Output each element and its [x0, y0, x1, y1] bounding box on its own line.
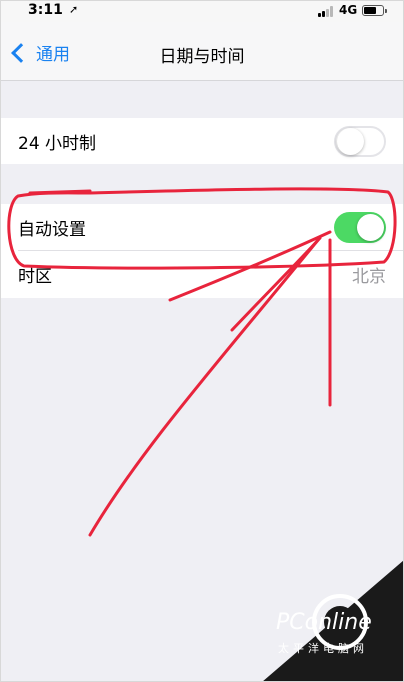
- annotation-underline: [28, 189, 92, 195]
- annotation-arrow-stroke: [88, 238, 320, 537]
- annotation-ellipse: [7, 187, 397, 270]
- annotation-overlay: [7, 187, 397, 537]
- watermark-brand: PConline: [276, 610, 372, 635]
- annotation-arrow-stroke: [230, 236, 322, 332]
- watermark-subtitle: 太平洋电脑网: [278, 642, 368, 655]
